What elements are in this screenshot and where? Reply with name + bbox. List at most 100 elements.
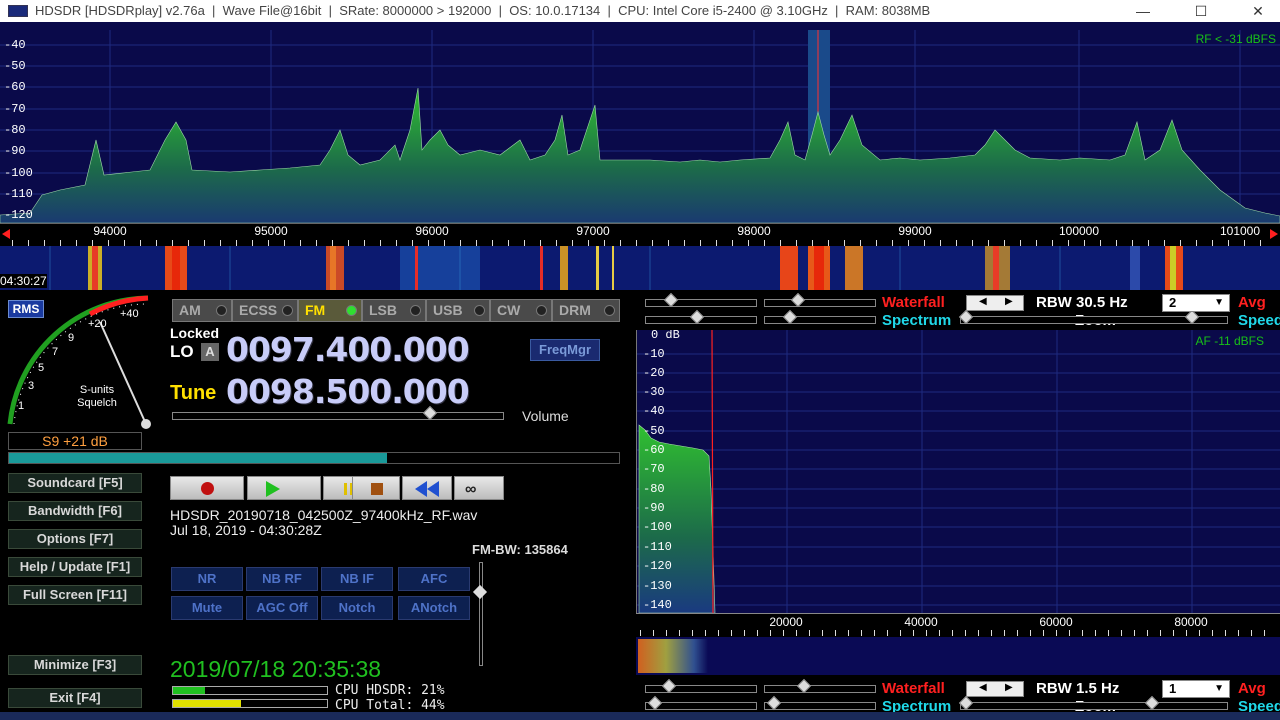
full-screen-button[interactable]: Full Screen [F11] [8,585,142,605]
minimize-window-button[interactable]: — [1120,0,1166,22]
s-units-label: S-units [79,384,115,396]
af-level-readout: AF -11 dBFS [1195,334,1264,348]
mode-led-icon [282,305,293,316]
mode-cw-button[interactable]: CW [490,299,552,322]
af-frequency-axis[interactable]: 20000 40000 60000 80000 [636,613,1280,637]
mode-label: AM [179,302,201,318]
rf-avg-select[interactable]: 2 ▼ [1162,294,1230,312]
bandwidth-button[interactable]: Bandwidth [F6] [8,501,142,521]
recording-date: Jul 18, 2019 - 04:30:28Z [170,522,322,538]
rf-waterfall-slider-2[interactable] [764,292,876,308]
af-db-label: -50 [643,424,665,438]
rf-waterfall[interactable]: 04:30:27 [0,246,1280,290]
slider-thumb[interactable] [663,292,679,308]
slider-thumb[interactable] [782,309,798,325]
mode-usb-button[interactable]: USB [426,299,490,322]
slider-thumb[interactable] [661,678,677,694]
anotch-button[interactable]: ANotch [398,596,470,620]
af-zoom-stepper[interactable]: ◀ ▶ [966,681,1024,697]
maximize-window-button[interactable]: ☐ [1178,0,1224,22]
rf-spectrum-slider-1[interactable] [645,309,757,325]
slider-thumb[interactable] [958,309,974,325]
file-type: Wave File@16bit [222,3,322,18]
scroll-left-arrow-icon[interactable] [2,229,10,239]
slider-thumb[interactable] [1184,309,1200,325]
lo-frequency[interactable]: 0097.400.000 [226,330,470,369]
mode-drm-button[interactable]: DRM [552,299,620,322]
rf-spectrum-slider-2[interactable] [764,309,876,325]
af-db-label: -110 [643,540,672,554]
db-label: -50 [4,59,26,73]
tune-frequency[interactable]: 0098.500.000 [226,372,470,411]
rewind-button[interactable] [402,476,452,500]
rf-frequency-axis[interactable]: 94000 95000 96000 97000 98000 99000 1000… [0,223,1280,246]
notch-button[interactable]: Notch [321,596,393,620]
af-waterfall-slider-2[interactable] [764,678,876,694]
mute-button[interactable]: Mute [171,596,243,620]
mode-led-icon [604,305,615,316]
agc-button[interactable]: AGC Off [246,596,318,620]
nr-button[interactable]: NR [171,567,243,591]
nb-if-button[interactable]: NB IF [321,567,393,591]
loop-button[interactable]: ∞ [454,476,504,500]
slider-thumb[interactable] [647,695,663,711]
af-db-label: -60 [643,443,665,457]
af-waterfall[interactable] [636,637,1280,675]
mode-label: DRM [559,302,591,318]
rf-spectrum[interactable]: -40 -50 -60 -70 -80 -90 -100 -110 -120 R… [0,30,1280,223]
db-label: -60 [4,80,26,94]
af-zoom-slider[interactable] [958,695,1228,711]
rewind-icon [415,481,427,497]
help-update-button[interactable]: Help / Update [F1] [8,557,142,577]
rf-zoom-stepper[interactable]: ◀ ▶ [966,295,1024,311]
db-label: -110 [4,187,33,201]
af-spectrum-slider-1[interactable] [645,695,757,711]
minimize-button[interactable]: Minimize [F3] [8,655,142,675]
left-arrow-icon[interactable]: ◀ [979,296,987,307]
options-button[interactable]: Options [F7] [8,529,142,549]
squelch-slider[interactable] [472,562,488,666]
rf-waterfall-slider-1[interactable] [645,292,757,308]
freq-tick-label: 96000 [415,224,449,238]
freqmgr-button[interactable]: FreqMgr [530,339,600,361]
mode-ecss-button[interactable]: ECSS [232,299,298,322]
s-meter: RMS 1 3 5 7 9 +20 +40 S-units Squelch S9… [0,292,160,454]
stop-button[interactable] [352,476,400,500]
right-arrow-icon[interactable]: ▶ [1005,296,1013,307]
rf-zoom-slider[interactable] [958,309,1228,325]
ram-info: RAM: 8038MB [845,3,931,18]
af-avg-select[interactable]: 1 ▼ [1162,680,1230,698]
afc-button[interactable]: AFC [398,567,470,591]
slider-thumb[interactable] [796,678,812,694]
db-label: -120 [4,208,33,222]
right-arrow-icon[interactable]: ▶ [1005,682,1013,693]
mode-am-button[interactable]: AM [172,299,232,322]
nb-rf-button[interactable]: NB RF [246,567,318,591]
mode-led-icon [346,305,357,316]
soundcard-button[interactable]: Soundcard [F5] [8,473,142,493]
volume-slider[interactable] [172,405,504,421]
signal-level-bar [8,452,620,464]
slider-thumb[interactable] [1144,695,1160,711]
freq-tick-label: 94000 [93,224,127,238]
mode-lsb-button[interactable]: LSB [362,299,426,322]
rewind-icon [427,481,439,497]
slider-thumb[interactable] [958,695,974,711]
slider-thumb[interactable] [766,695,782,711]
slider-thumb[interactable] [790,292,806,308]
scroll-right-arrow-icon[interactable] [1270,229,1278,239]
af-freq-tick-label: 20000 [769,615,803,629]
close-window-button[interactable]: ✕ [1235,0,1280,22]
af-spectrum-slider-2[interactable] [764,695,876,711]
af-waterfall-slider-1[interactable] [645,678,757,694]
mode-fm-button[interactable]: FM [298,299,362,322]
left-arrow-icon[interactable]: ◀ [979,682,987,693]
af-spectrum[interactable]: 0 dB -10 -20 -30 -40 -50 -60 -70 -80 -90… [636,330,1280,613]
exit-button[interactable]: Exit [F4] [8,688,142,708]
record-button[interactable] [170,476,244,500]
app-mode: [HDSDRplay] [84,3,163,18]
slider-thumb[interactable] [689,309,705,325]
play-button[interactable] [247,476,321,500]
squelch-slider-thumb[interactable] [472,584,488,600]
lo-a-button[interactable]: A [201,343,219,361]
